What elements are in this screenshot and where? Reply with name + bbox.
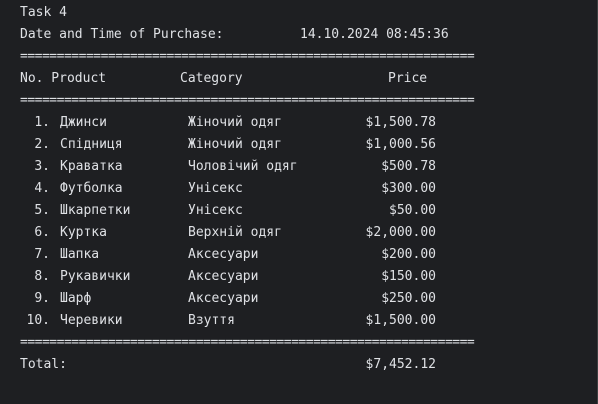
item-product: Куртка [60, 225, 107, 240]
item-number: 4. [34, 181, 50, 196]
console-output: Task 4 Date and Time of Purchase: 14.10.… [0, 0, 598, 404]
item-product: Джинси [60, 115, 107, 130]
item-product: Рукавички [60, 269, 131, 284]
total-label: Total: [20, 357, 67, 372]
item-product: Футболка [60, 181, 123, 196]
item-category: Унісекс [188, 203, 243, 218]
item-product: Спідниця [60, 137, 123, 152]
item-number: 9. [34, 291, 50, 306]
table-row: 2. Спідниця Жіночий одяг $1,000.56 [0, 134, 598, 156]
separator-header: ========================================… [20, 93, 475, 108]
purchase-label: Date and Time of Purchase: [20, 27, 224, 42]
item-price: $50.00 [389, 203, 436, 218]
item-product: Черевики [60, 313, 123, 328]
item-price: $1,500.00 [365, 313, 436, 328]
header-no-product: No. Product [20, 71, 107, 86]
item-product: Шапка [60, 247, 100, 262]
item-category: Жіночий одяг [188, 115, 282, 130]
item-category: Аксесуари [188, 247, 259, 262]
item-category: Чоловічий одяг [188, 159, 298, 174]
item-number: 6. [34, 225, 50, 240]
table-row: 3. Краватка Чоловічий одяг $500.78 [0, 156, 598, 178]
table-row: 1. Джинси Жіночий одяг $1,500.78 [0, 112, 598, 134]
separator-top: ========================================… [20, 49, 475, 64]
item-product: Шкарпетки [60, 203, 131, 218]
item-category: Унісекс [188, 181, 243, 196]
item-product: Краватка [60, 159, 123, 174]
total-value: $7,452.12 [365, 357, 436, 372]
table-row: 9. Шарф Аксесуари $250.00 [0, 288, 598, 310]
item-number: 7. [34, 247, 50, 262]
item-number: 5. [34, 203, 50, 218]
item-product: Шарф [60, 291, 92, 306]
header-category: Category [180, 71, 243, 86]
item-number: 8. [34, 269, 50, 284]
header-price: Price [388, 71, 428, 86]
table-row: 5. Шкарпетки Унісекс $50.00 [0, 200, 598, 222]
item-category: Аксесуари [188, 291, 259, 306]
item-number: 2. [34, 137, 50, 152]
item-price: $300.00 [381, 181, 436, 196]
item-price: $500.78 [381, 159, 436, 174]
item-price: $1,000.56 [365, 137, 436, 152]
table-row: 10. Черевики Взуття $1,500.00 [0, 310, 598, 332]
item-number: 10. [26, 313, 50, 328]
separator-bottom: ========================================… [20, 335, 475, 350]
table-row: 8. Рукавички Аксесуари $150.00 [0, 266, 598, 288]
item-category: Верхній одяг [188, 225, 282, 240]
item-number: 3. [34, 159, 50, 174]
item-category: Аксесуари [188, 269, 259, 284]
item-price: $250.00 [381, 291, 436, 306]
item-price: $150.00 [381, 269, 436, 284]
item-number: 1. [34, 115, 50, 130]
item-category: Жіночий одяг [188, 137, 282, 152]
item-price: $2,000.00 [365, 225, 436, 240]
item-category: Взуття [188, 313, 235, 328]
item-price: $200.00 [381, 247, 436, 262]
task-title: Task 4 [20, 5, 67, 20]
purchase-datetime: 14.10.2024 08:45:36 [300, 27, 449, 42]
table-row: 4. Футболка Унісекс $300.00 [0, 178, 598, 200]
table-row: 6. Куртка Верхній одяг $2,000.00 [0, 222, 598, 244]
table-row: 7. Шапка Аксесуари $200.00 [0, 244, 598, 266]
item-price: $1,500.78 [365, 115, 436, 130]
